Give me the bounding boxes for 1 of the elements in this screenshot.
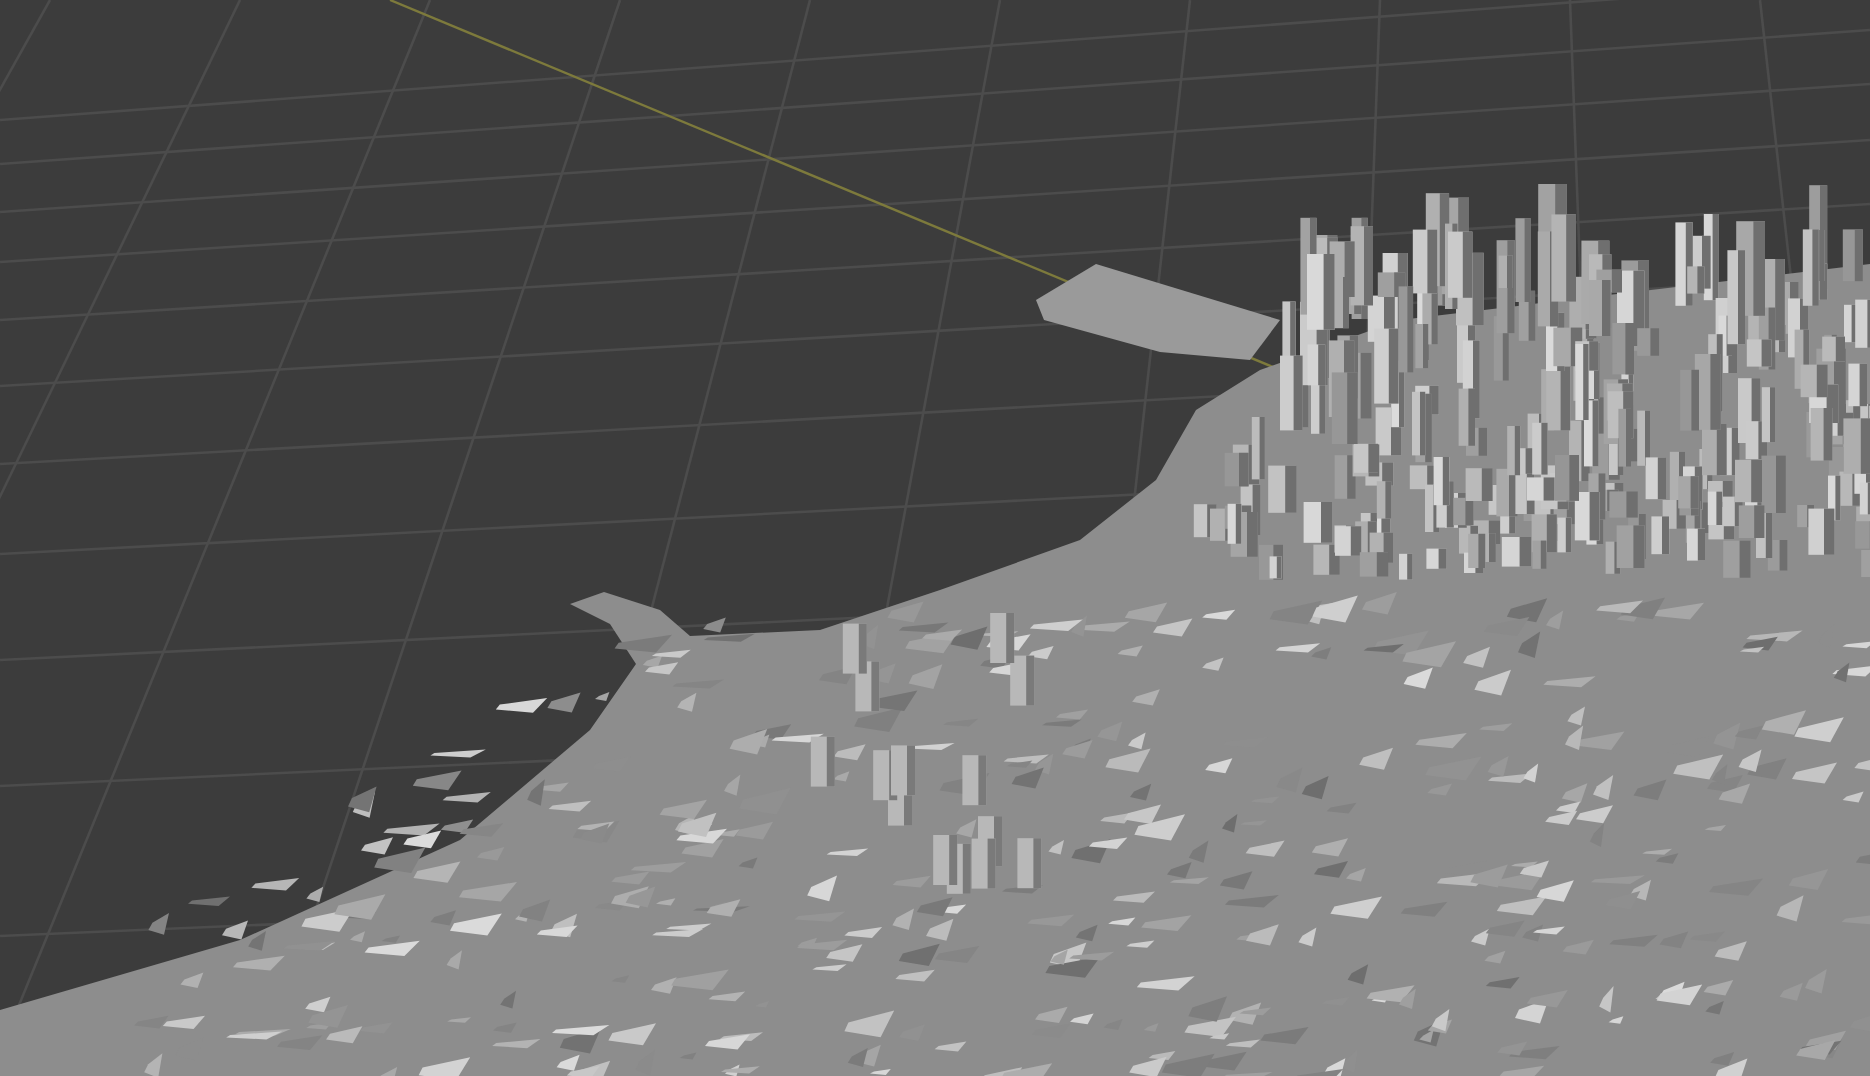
- 3d-viewport[interactable]: [0, 0, 1870, 1076]
